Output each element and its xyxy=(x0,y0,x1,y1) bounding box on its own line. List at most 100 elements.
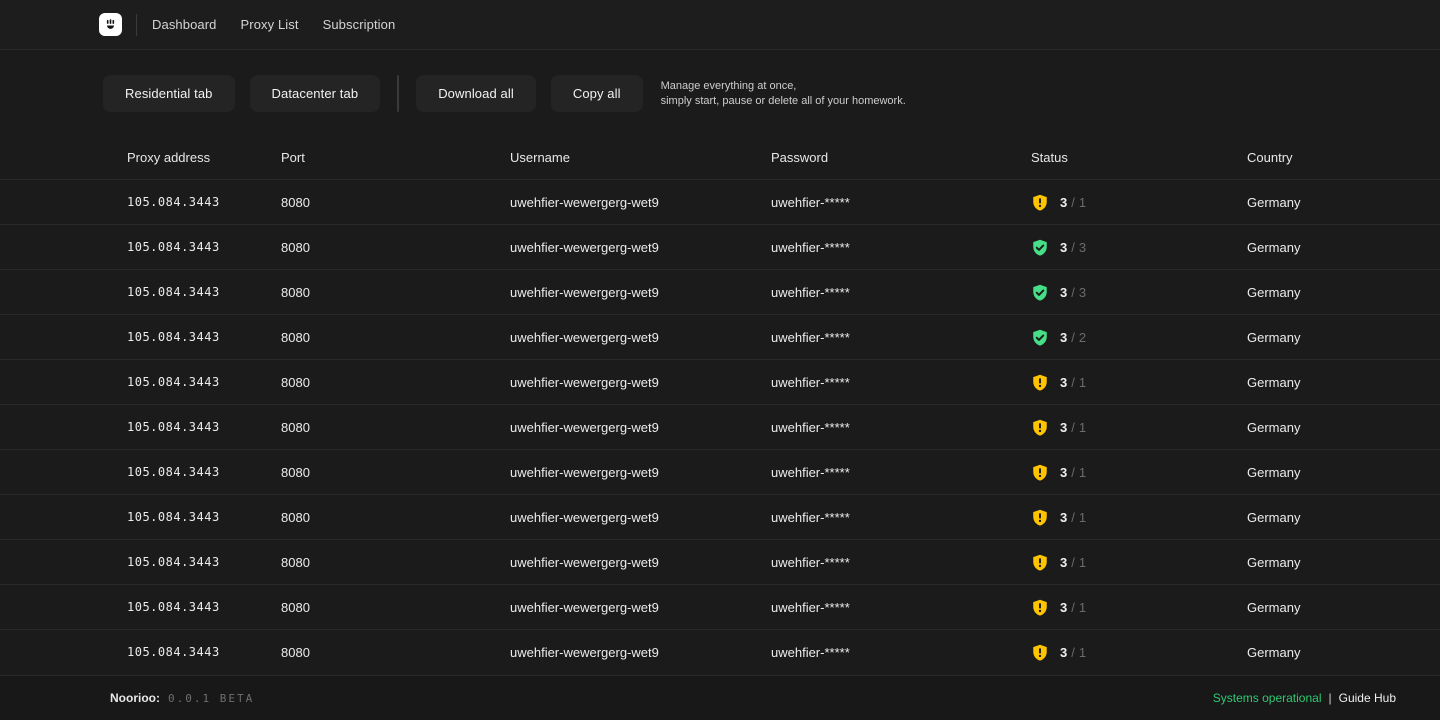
ok-shield-icon xyxy=(1031,328,1049,347)
table-row: 105.084.3443 8080 uwehfier-wewergerg-wet… xyxy=(0,584,1440,629)
cell-password: uwehfier-***** xyxy=(771,240,1031,255)
guide-hub-link[interactable]: Guide Hub xyxy=(1339,691,1396,705)
cell-port: 8080 xyxy=(281,240,510,255)
cell-port: 8080 xyxy=(281,285,510,300)
cell-port: 8080 xyxy=(281,510,510,525)
cell-port: 8080 xyxy=(281,195,510,210)
nav-item-subscription[interactable]: Subscription xyxy=(323,17,396,32)
cell-status: 3 / 2 xyxy=(1031,328,1247,347)
table-row: 105.084.3443 8080 uwehfier-wewergerg-wet… xyxy=(0,404,1440,449)
column-header-country: Country xyxy=(1247,150,1440,165)
cell-proxy-address: 105.084.3443 xyxy=(127,240,281,254)
warning-shield-icon xyxy=(1031,418,1049,437)
cell-proxy-address: 105.084.3443 xyxy=(127,645,281,659)
cell-password: uwehfier-***** xyxy=(771,600,1031,615)
cell-port: 8080 xyxy=(281,375,510,390)
cell-proxy-address: 105.084.3443 xyxy=(127,330,281,344)
copy-all-button[interactable]: Copy all xyxy=(551,75,643,112)
cell-status: 3 / 1 xyxy=(1031,643,1247,662)
table-header-row: Proxy address Port Username Password Sta… xyxy=(0,135,1440,179)
column-header-password: Password xyxy=(771,150,1031,165)
top-navbar: Dashboard Proxy List Subscription xyxy=(0,0,1440,50)
warning-shield-icon xyxy=(1031,463,1049,482)
nav-item-dashboard[interactable]: Dashboard xyxy=(152,17,217,32)
warning-shield-icon xyxy=(1031,598,1049,617)
brand-name: Noorioo: xyxy=(110,691,160,705)
nav-item-proxy-list[interactable]: Proxy List xyxy=(241,17,299,32)
datacenter-tab-button[interactable]: Datacenter tab xyxy=(250,75,381,112)
cell-country: Germany xyxy=(1247,465,1440,480)
warning-shield-icon xyxy=(1031,553,1049,572)
table-row: 105.084.3443 8080 uwehfier-wewergerg-wet… xyxy=(0,629,1440,674)
cell-password: uwehfier-***** xyxy=(771,510,1031,525)
table-row: 105.084.3443 8080 uwehfier-wewergerg-wet… xyxy=(0,539,1440,584)
cell-username: uwehfier-wewergerg-wet9 xyxy=(510,375,771,390)
table-row: 105.084.3443 8080 uwehfier-wewergerg-wet… xyxy=(0,224,1440,269)
cell-status: 3 / 3 xyxy=(1031,238,1247,257)
cell-username: uwehfier-wewergerg-wet9 xyxy=(510,195,771,210)
footer-links: Systems operational | Guide Hub xyxy=(1213,691,1396,705)
systems-operational-link[interactable]: Systems operational xyxy=(1213,691,1322,705)
table-row: 105.084.3443 8080 uwehfier-wewergerg-wet… xyxy=(0,359,1440,404)
cell-country: Germany xyxy=(1247,195,1440,210)
table-row: 105.084.3443 8080 uwehfier-wewergerg-wet… xyxy=(0,494,1440,539)
cell-username: uwehfier-wewergerg-wet9 xyxy=(510,330,771,345)
cell-username: uwehfier-wewergerg-wet9 xyxy=(510,555,771,570)
cell-country: Germany xyxy=(1247,330,1440,345)
download-all-button[interactable]: Download all xyxy=(416,75,536,112)
table-row: 105.084.3443 8080 uwehfier-wewergerg-wet… xyxy=(0,314,1440,359)
warning-shield-icon xyxy=(1031,553,1049,572)
cell-username: uwehfier-wewergerg-wet9 xyxy=(510,600,771,615)
hint-line-1: Manage everything at once, xyxy=(661,79,906,94)
cell-proxy-address: 105.084.3443 xyxy=(127,375,281,389)
cell-country: Germany xyxy=(1247,375,1440,390)
cell-password: uwehfier-***** xyxy=(771,555,1031,570)
cell-status: 3 / 1 xyxy=(1031,193,1247,212)
cell-port: 8080 xyxy=(281,555,510,570)
cell-port: 8080 xyxy=(281,600,510,615)
cell-status: 3 / 1 xyxy=(1031,598,1247,617)
cell-status: 3 / 1 xyxy=(1031,508,1247,527)
warning-shield-icon xyxy=(1031,373,1049,392)
warning-shield-icon xyxy=(1031,463,1049,482)
cell-proxy-address: 105.084.3443 xyxy=(127,195,281,209)
cell-username: uwehfier-wewergerg-wet9 xyxy=(510,420,771,435)
app-logo[interactable] xyxy=(99,13,122,36)
main-nav: Dashboard Proxy List Subscription xyxy=(152,17,395,32)
face-logo-icon xyxy=(103,17,118,32)
cell-country: Germany xyxy=(1247,600,1440,615)
cell-status: 3 / 1 xyxy=(1031,463,1247,482)
ok-shield-icon xyxy=(1031,238,1049,257)
cell-password: uwehfier-***** xyxy=(771,465,1031,480)
ok-shield-icon xyxy=(1031,238,1049,257)
cell-port: 8080 xyxy=(281,645,510,660)
cell-proxy-address: 105.084.3443 xyxy=(127,285,281,299)
cell-port: 8080 xyxy=(281,465,510,480)
cell-status: 3 / 3 xyxy=(1031,283,1247,302)
cell-country: Germany xyxy=(1247,420,1440,435)
cell-status: 3 / 1 xyxy=(1031,418,1247,437)
ok-shield-icon xyxy=(1031,328,1049,347)
warning-shield-icon xyxy=(1031,643,1049,662)
cell-proxy-address: 105.084.3443 xyxy=(127,510,281,524)
warning-shield-icon xyxy=(1031,193,1049,212)
cell-username: uwehfier-wewergerg-wet9 xyxy=(510,510,771,525)
ok-shield-icon xyxy=(1031,283,1049,302)
nav-divider xyxy=(136,14,137,36)
footer-brand: Noorioo: 0.0.1 BETA xyxy=(110,691,254,705)
warning-shield-icon xyxy=(1031,418,1049,437)
cell-proxy-address: 105.084.3443 xyxy=(127,465,281,479)
toolbar-hint-text: Manage everything at once, simply start,… xyxy=(661,79,906,109)
column-header-proxy-address: Proxy address xyxy=(127,150,281,165)
cell-password: uwehfier-***** xyxy=(771,285,1031,300)
column-header-port: Port xyxy=(281,150,510,165)
cell-country: Germany xyxy=(1247,645,1440,660)
cell-country: Germany xyxy=(1247,510,1440,525)
cell-proxy-address: 105.084.3443 xyxy=(127,600,281,614)
cell-proxy-address: 105.084.3443 xyxy=(127,555,281,569)
cell-country: Germany xyxy=(1247,555,1440,570)
cell-password: uwehfier-***** xyxy=(771,375,1031,390)
cell-password: uwehfier-***** xyxy=(771,330,1031,345)
column-header-status: Status xyxy=(1031,150,1247,165)
residential-tab-button[interactable]: Residential tab xyxy=(103,75,235,112)
